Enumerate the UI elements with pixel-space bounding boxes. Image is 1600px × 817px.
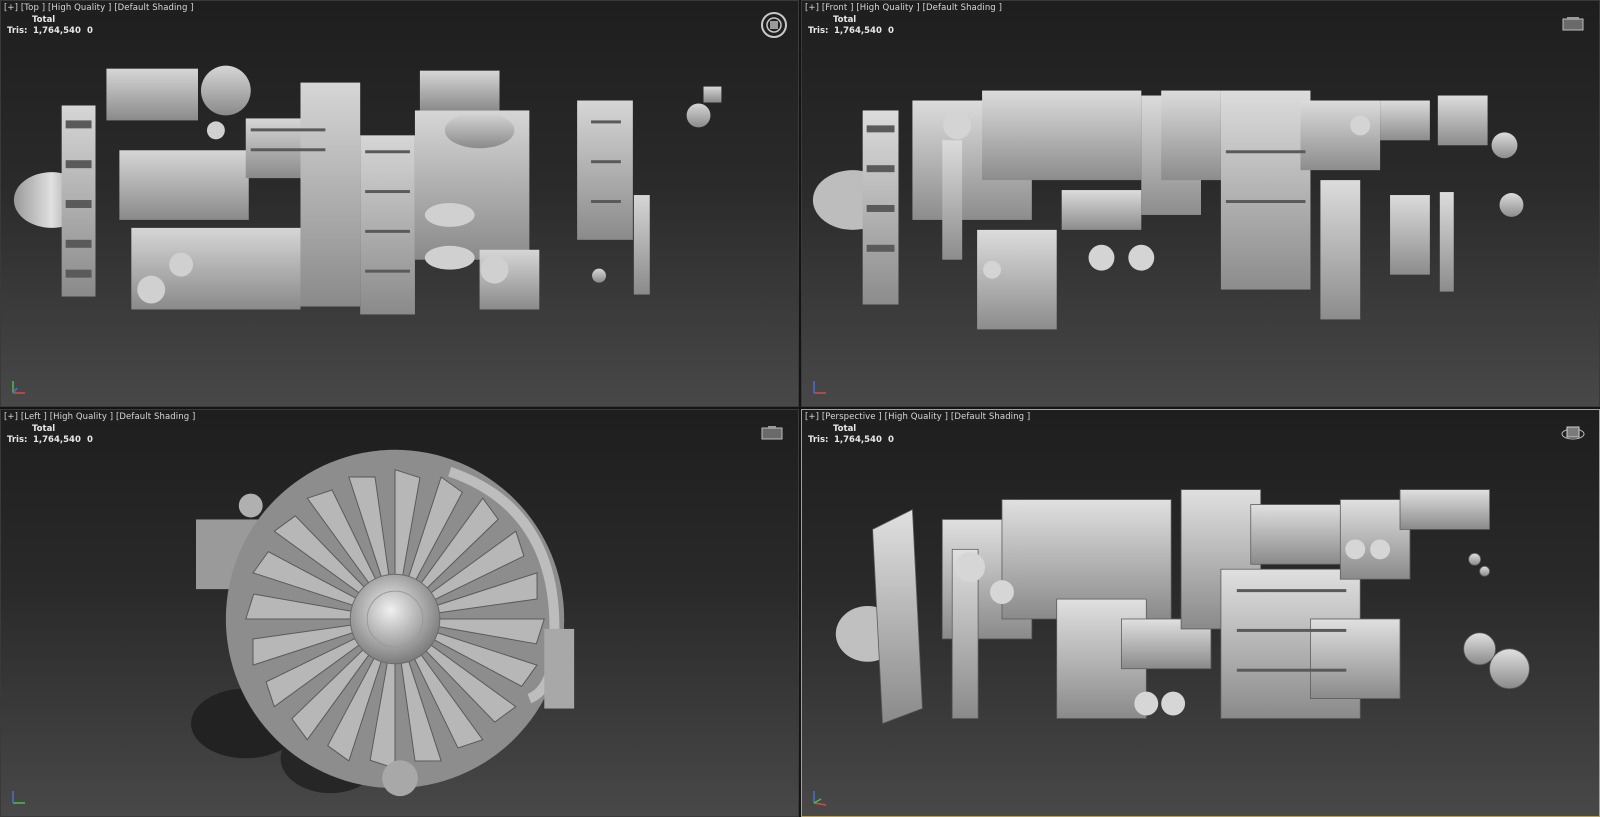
stats-label: Tris: (7, 435, 28, 445)
viewcube-icon[interactable] (760, 424, 784, 442)
quality-menu[interactable]: [High Quality ] (856, 3, 919, 13)
steering-wheel-icon[interactable] (760, 11, 788, 39)
engine-model-left-view[interactable] (1, 410, 798, 816)
view-mode-menu[interactable]: [Perspective ] (822, 412, 882, 422)
shading-menu[interactable]: [Default Shading ] (114, 3, 193, 13)
engine-model-front-view[interactable] (802, 1, 1599, 406)
view-mode-menu[interactable]: [Front ] (822, 3, 854, 13)
axis-tripod-icon (813, 791, 827, 806)
engine-model-perspective-view[interactable] (802, 410, 1599, 816)
stats-label: Tris: (808, 26, 829, 36)
stats-header: Total (32, 15, 56, 25)
viewport-menu-button[interactable]: [+] (805, 3, 819, 13)
viewport-menu-button[interactable]: [+] (4, 3, 18, 13)
stats-extra-value: 0 (87, 435, 93, 445)
viewport-left[interactable]: [+] [Left ] [High Quality ] [Default Sha… (0, 409, 799, 817)
viewport-label[interactable]: [+] [Top ] [High Quality ] [Default Shad… (4, 3, 194, 13)
shading-menu[interactable]: [Default Shading ] (116, 412, 195, 422)
quality-menu[interactable]: [High Quality ] (885, 412, 948, 422)
axis-tripod-icon (813, 381, 826, 394)
engine-model-top-view[interactable] (1, 1, 798, 406)
orbit-viewcube-icon[interactable] (1561, 424, 1585, 442)
shading-menu[interactable]: [Default Shading ] (951, 412, 1030, 422)
stats-extra-value: 0 (87, 26, 93, 36)
stats-label: Tris: (7, 26, 28, 36)
viewport-top[interactable]: [+] [Top ] [High Quality ] [Default Shad… (0, 0, 799, 407)
viewport-perspective[interactable]: [+] [Perspective ] [High Quality ] [Defa… (801, 409, 1600, 817)
stats-tris-value: 1,764,540 (33, 26, 81, 36)
axis-tripod-icon (12, 791, 25, 804)
viewport-front[interactable]: [+] [Front ] [High Quality ] [Default Sh… (801, 0, 1600, 407)
stats-tris-value: 1,764,540 (834, 26, 882, 36)
stats-header: Total (833, 424, 857, 434)
view-mode-menu[interactable]: [Left ] (21, 412, 47, 422)
stats-extra-value: 0 (888, 26, 894, 36)
axis-tripod-icon (12, 381, 25, 394)
stats-tris-value: 1,764,540 (33, 435, 81, 445)
viewport-menu-button[interactable]: [+] (805, 412, 819, 422)
quality-menu[interactable]: [High Quality ] (50, 412, 113, 422)
stats-label: Tris: (808, 435, 829, 445)
shading-menu[interactable]: [Default Shading ] (923, 3, 1002, 13)
statistics-overlay: Total Tris: 1,764,540 0 (7, 424, 93, 446)
stats-extra-value: 0 (888, 435, 894, 445)
stats-header: Total (32, 424, 56, 434)
viewport-menu-button[interactable]: [+] (4, 412, 18, 422)
viewport-label[interactable]: [+] [Left ] [High Quality ] [Default Sha… (4, 412, 195, 422)
quality-menu[interactable]: [High Quality ] (48, 3, 111, 13)
viewport-label[interactable]: [+] [Front ] [High Quality ] [Default Sh… (805, 3, 1002, 13)
statistics-overlay: Total Tris: 1,764,540 0 (808, 424, 894, 446)
statistics-overlay: Total Tris: 1,764,540 0 (7, 15, 93, 37)
stats-tris-value: 1,764,540 (834, 435, 882, 445)
viewcube-icon[interactable] (1561, 15, 1585, 33)
viewport-grid: [+] [Top ] [High Quality ] [Default Shad… (0, 0, 1600, 817)
stats-header: Total (833, 15, 857, 25)
viewport-label[interactable]: [+] [Perspective ] [High Quality ] [Defa… (805, 412, 1030, 422)
statistics-overlay: Total Tris: 1,764,540 0 (808, 15, 894, 37)
view-mode-menu[interactable]: [Top ] (21, 3, 45, 13)
